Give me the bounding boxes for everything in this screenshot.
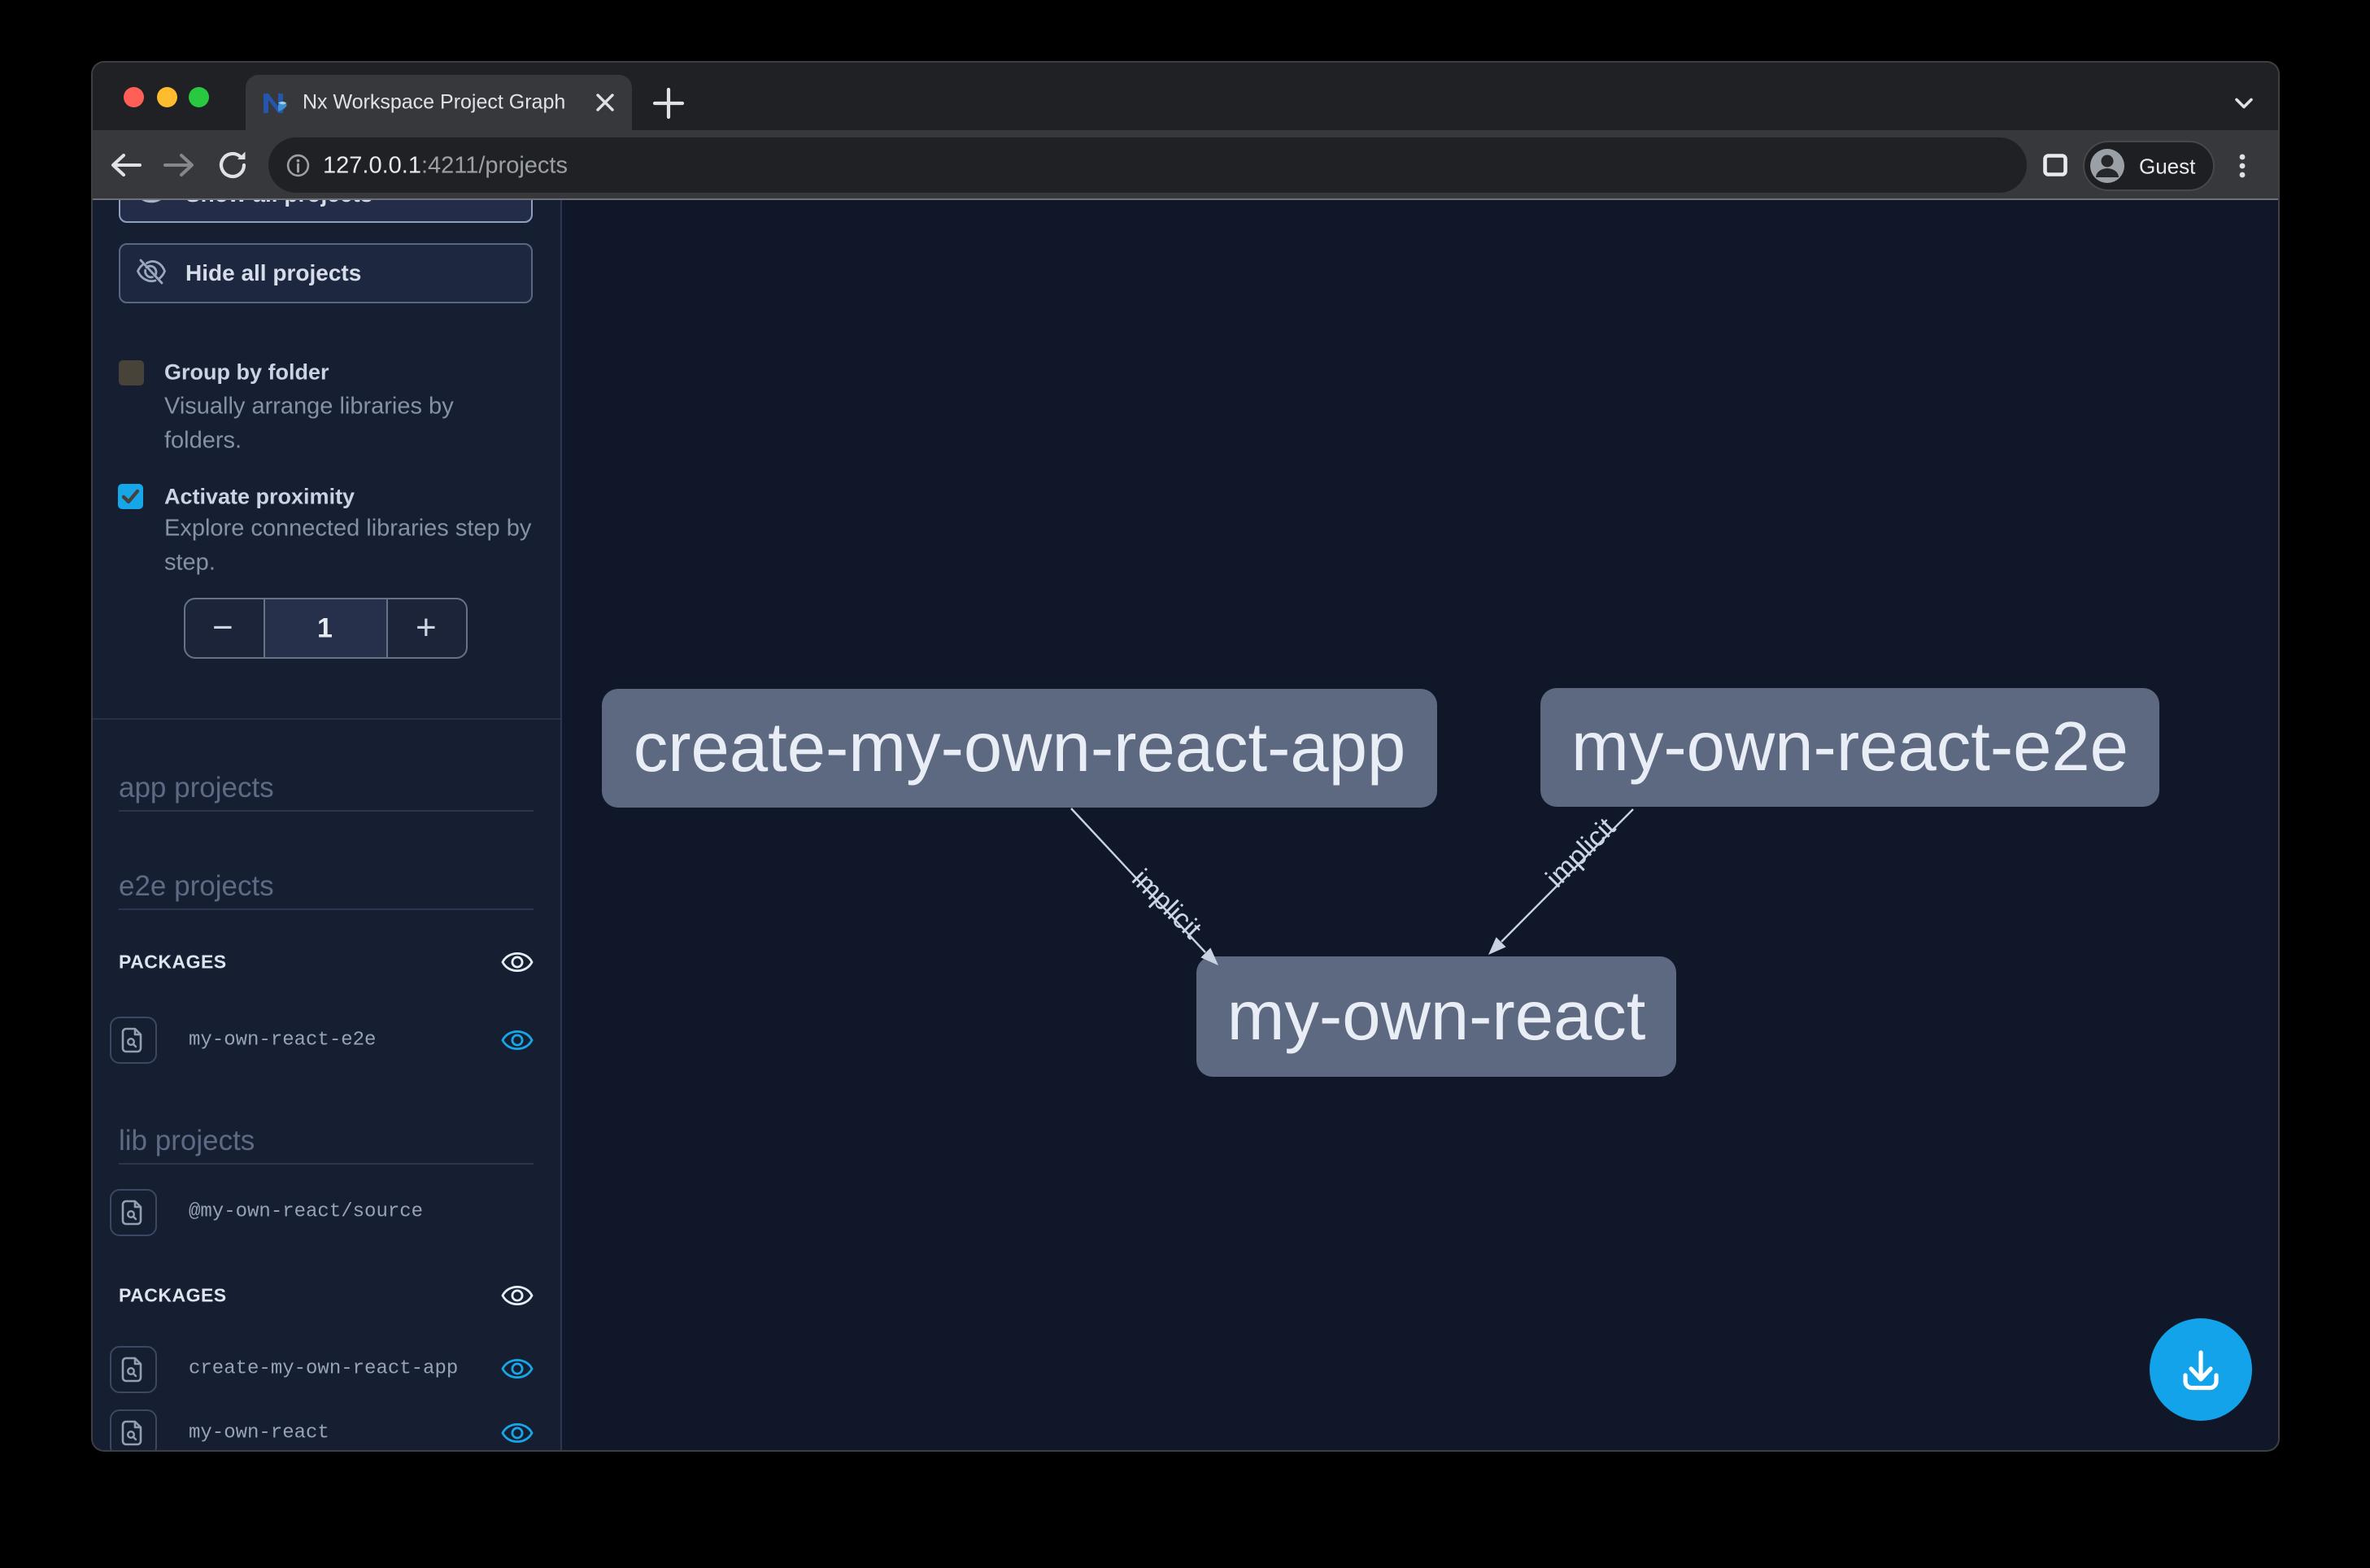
svg-text:implicit: implicit — [1126, 863, 1208, 945]
svg-text:implicit: implicit — [1540, 812, 1622, 894]
